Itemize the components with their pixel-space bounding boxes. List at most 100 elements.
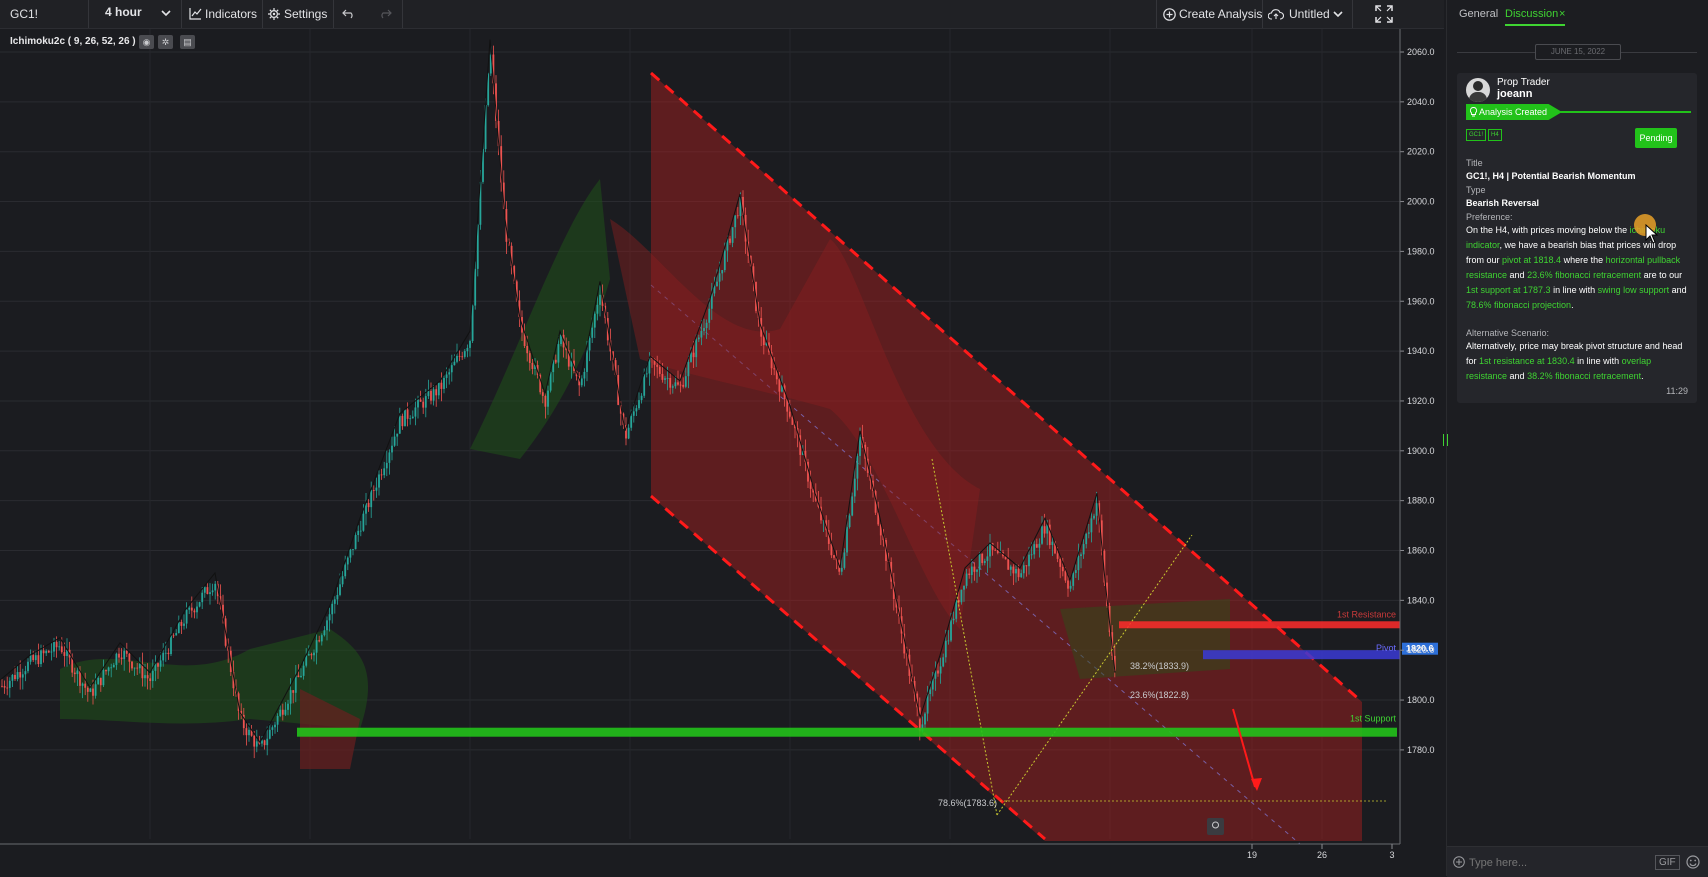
y-tick-label: 2060.0 bbox=[1407, 47, 1435, 57]
eye-icon[interactable]: ◉ bbox=[139, 35, 154, 49]
y-tick-label: 1960.0 bbox=[1407, 296, 1435, 306]
candle-body bbox=[547, 390, 549, 407]
tab-discussion[interactable]: Discussion bbox=[1505, 8, 1558, 20]
candle-body bbox=[162, 652, 165, 661]
candle-body bbox=[203, 587, 206, 593]
candle-body bbox=[658, 366, 661, 374]
candle-body bbox=[970, 566, 973, 576]
candle-body bbox=[411, 416, 414, 419]
candle-body bbox=[656, 364, 659, 367]
x-tick-label: 3 bbox=[1389, 850, 1394, 860]
layout-name-button[interactable]: Untitled bbox=[1289, 0, 1330, 28]
candle-body bbox=[209, 592, 211, 595]
candle-body bbox=[627, 427, 630, 439]
candle-body bbox=[94, 684, 97, 696]
candle-body bbox=[32, 655, 35, 661]
candle-body bbox=[313, 652, 315, 656]
candle-body bbox=[255, 741, 258, 747]
candle-body bbox=[297, 675, 300, 678]
candle-body bbox=[965, 573, 968, 586]
candle-body bbox=[136, 667, 139, 669]
indicators-icon[interactable] bbox=[189, 8, 202, 20]
tab-general[interactable]: General bbox=[1459, 8, 1498, 20]
candle-body bbox=[248, 729, 250, 736]
y-tick-label: 1980.0 bbox=[1407, 246, 1435, 256]
candle-body bbox=[976, 569, 978, 572]
candle-body bbox=[638, 400, 640, 409]
create-analysis-button[interactable]: Create Analysis bbox=[1179, 0, 1262, 28]
candle-body bbox=[583, 371, 586, 379]
avatar[interactable] bbox=[1466, 78, 1490, 102]
candle-body bbox=[944, 640, 947, 658]
gif-button[interactable]: GIF bbox=[1655, 855, 1680, 870]
candle-body bbox=[372, 490, 375, 491]
indicators-button[interactable]: Indicators bbox=[205, 0, 257, 28]
toolbar-divider bbox=[88, 0, 89, 28]
author-role: Prop Trader bbox=[1497, 77, 1550, 88]
redo-icon[interactable] bbox=[378, 9, 392, 19]
author-name[interactable]: joeann bbox=[1497, 88, 1532, 100]
candle-body bbox=[736, 215, 739, 217]
candle-body bbox=[458, 355, 461, 357]
candle-body bbox=[445, 374, 448, 378]
candle-body bbox=[326, 620, 328, 631]
candle-body bbox=[424, 396, 427, 408]
fullscreen-icon[interactable] bbox=[1375, 5, 1393, 23]
gear-icon[interactable]: ✲ bbox=[158, 35, 173, 49]
close-tab-icon[interactable]: × bbox=[1559, 8, 1565, 20]
emoji-icon[interactable] bbox=[1686, 855, 1700, 869]
candle-body bbox=[859, 436, 861, 456]
candle-body bbox=[1087, 532, 1090, 534]
panel-resize-handle[interactable] bbox=[1443, 434, 1448, 446]
cloud-upload-icon[interactable] bbox=[1268, 8, 1284, 20]
undo-icon[interactable] bbox=[342, 9, 356, 19]
plus-circle-icon[interactable] bbox=[1453, 856, 1465, 868]
timeframe-select[interactable]: 4 hour bbox=[105, 0, 142, 26]
candle-body bbox=[315, 640, 318, 653]
date-divider: JUNE 15, 2022 bbox=[1535, 44, 1621, 60]
symbol-search[interactable]: GC1! bbox=[10, 0, 38, 28]
chevron-down-icon[interactable] bbox=[1333, 11, 1343, 18]
y-tick-label: 2000.0 bbox=[1407, 197, 1435, 207]
price-chart[interactable]: 1st Resistance Pivot 1st Support 38.2%(1833… bbox=[0, 29, 1444, 876]
candle-body bbox=[1090, 518, 1093, 533]
candle-body bbox=[339, 584, 341, 595]
candle-body bbox=[716, 281, 718, 287]
candle-body bbox=[430, 390, 432, 401]
candle-body bbox=[105, 670, 107, 672]
candle-body bbox=[461, 356, 464, 358]
candle-body bbox=[463, 351, 466, 357]
candle-body bbox=[947, 640, 950, 642]
candle-body bbox=[955, 599, 958, 619]
candle-body bbox=[370, 490, 373, 508]
candle-body bbox=[848, 515, 851, 528]
candle-body bbox=[1030, 554, 1033, 556]
chevron-down-icon[interactable] bbox=[161, 10, 171, 17]
chat-input[interactable] bbox=[1467, 853, 1631, 873]
candle-body bbox=[383, 468, 386, 476]
pending-badge[interactable]: Pending bbox=[1635, 128, 1677, 148]
plus-circle-icon[interactable] bbox=[1163, 8, 1176, 21]
candle-body bbox=[300, 675, 302, 678]
candle-body bbox=[188, 607, 191, 610]
candle-body bbox=[287, 703, 289, 710]
candle-body bbox=[404, 409, 406, 427]
candle-body bbox=[593, 313, 596, 328]
candle-body bbox=[1067, 580, 1069, 589]
candle-body bbox=[983, 560, 986, 563]
trash-icon[interactable]: ▤ bbox=[180, 35, 195, 49]
settings-button[interactable]: Settings bbox=[284, 0, 327, 28]
candle-body bbox=[541, 392, 544, 396]
gear-icon[interactable] bbox=[268, 8, 280, 20]
candle-body bbox=[206, 587, 209, 595]
candle-body bbox=[453, 361, 456, 366]
candle-body bbox=[684, 376, 687, 387]
candle-body bbox=[268, 729, 271, 739]
mouse-cursor-icon bbox=[1645, 224, 1659, 244]
candle-body bbox=[723, 250, 726, 271]
candle-body bbox=[840, 567, 843, 572]
candle-body bbox=[690, 352, 692, 362]
candle-body bbox=[406, 409, 409, 419]
candle-body bbox=[81, 683, 84, 686]
y-tick-label: 1780.0 bbox=[1407, 745, 1435, 755]
